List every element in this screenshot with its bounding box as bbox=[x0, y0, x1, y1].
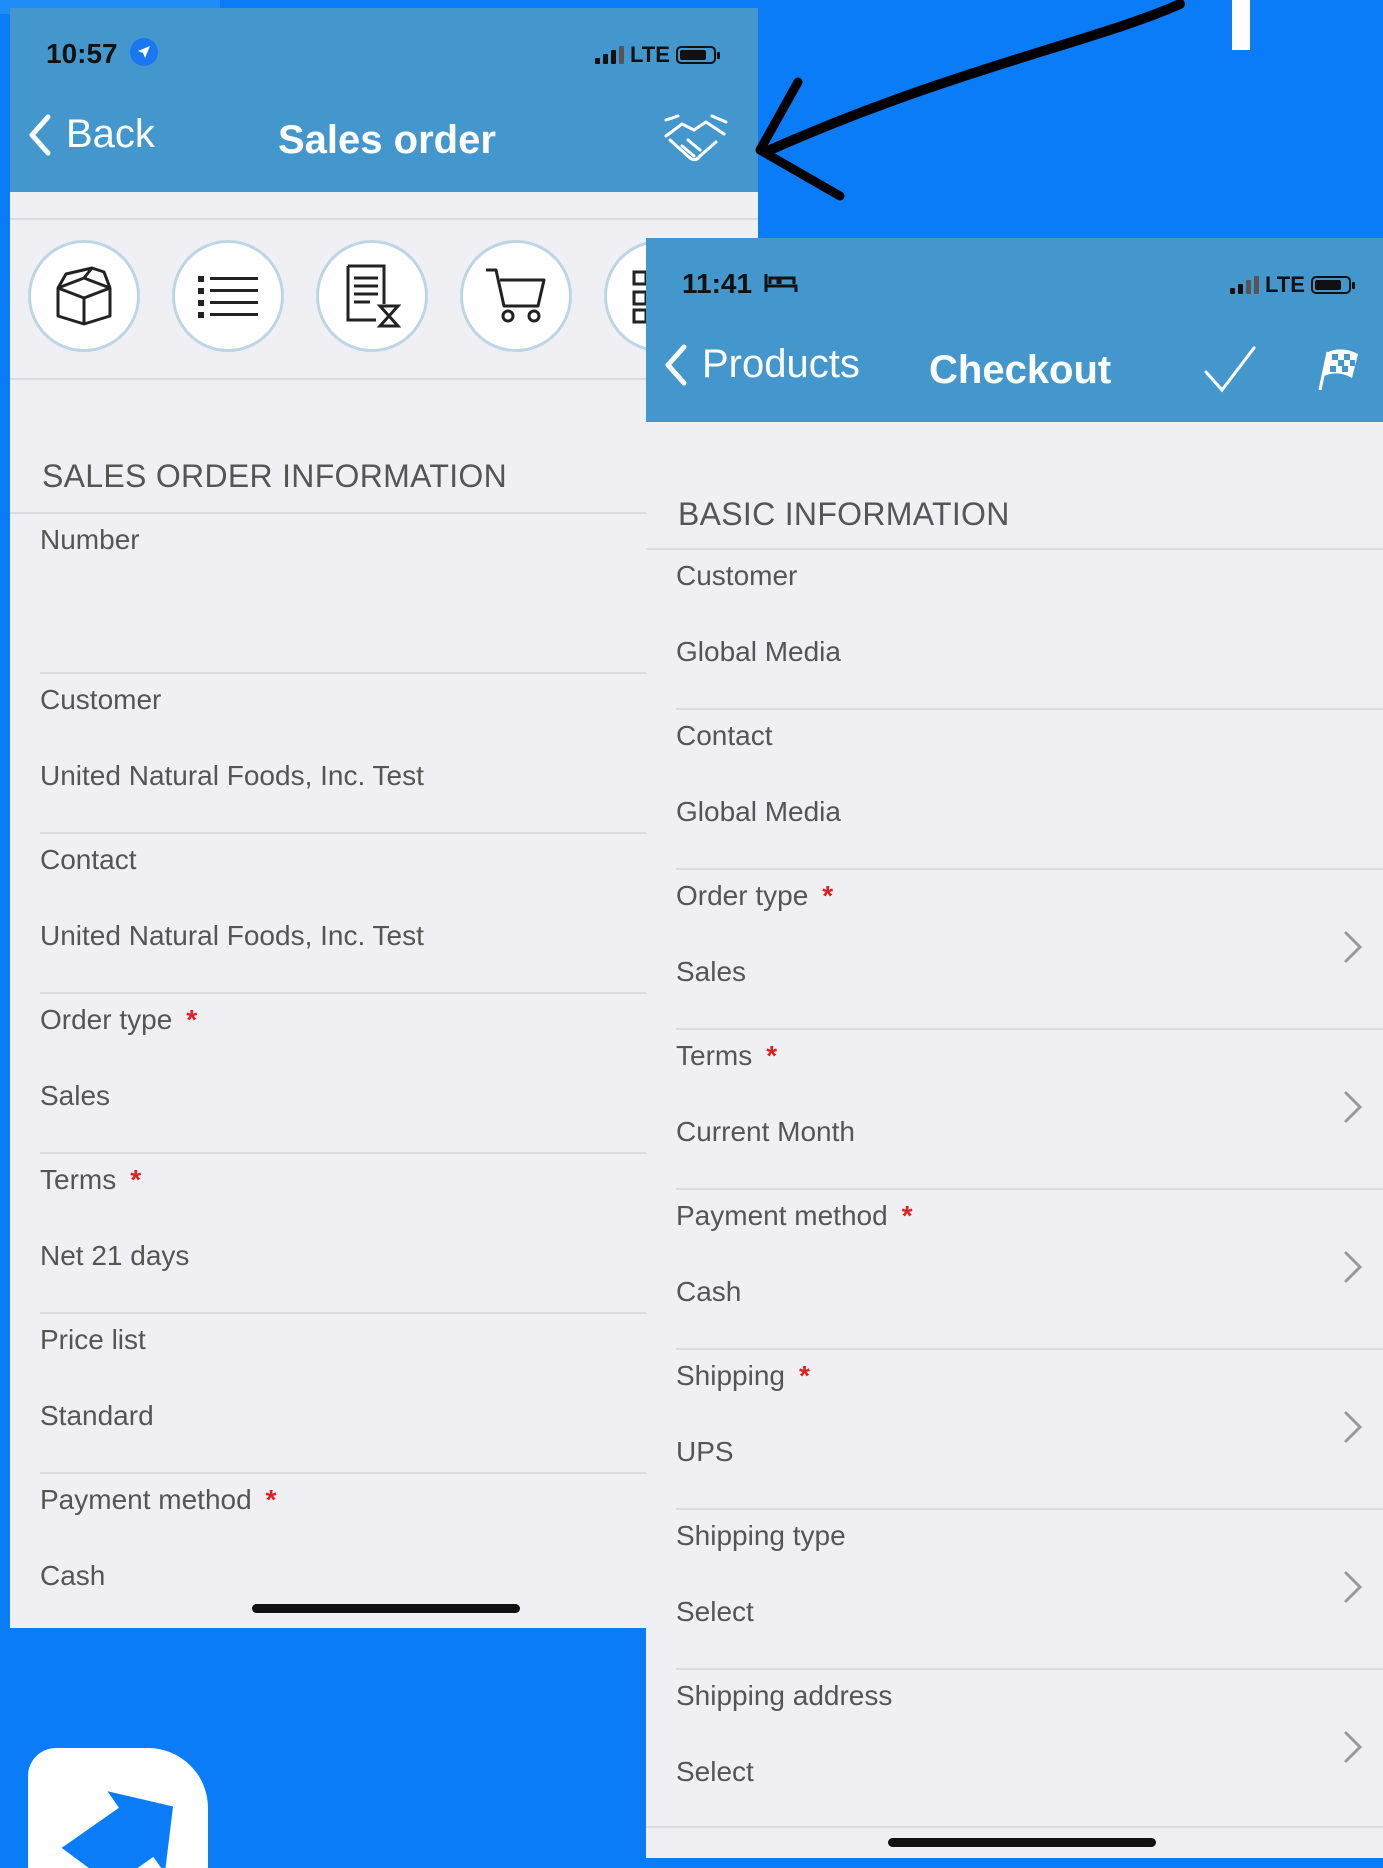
field-value: UPS bbox=[676, 1436, 734, 1467]
required-marker: * bbox=[901, 1200, 913, 1231]
field-value: Net 21 days bbox=[40, 1240, 190, 1271]
document-pending-button[interactable] bbox=[316, 240, 428, 352]
signal-icon bbox=[595, 46, 624, 64]
divider bbox=[676, 1028, 1383, 1030]
field-value: Select bbox=[676, 1596, 754, 1627]
field-value: United Natural Foods, Inc. Test bbox=[40, 920, 424, 951]
chevron-right-icon bbox=[1344, 1251, 1363, 1283]
field-value: Sales bbox=[40, 1080, 111, 1111]
chevron-right-icon bbox=[1344, 931, 1363, 963]
finish-button[interactable] bbox=[1314, 346, 1364, 396]
field-value: Cash bbox=[40, 1560, 106, 1591]
back-button[interactable]: Products bbox=[664, 342, 860, 387]
chevron-right-icon bbox=[1344, 1571, 1363, 1603]
field-value: Global Media bbox=[676, 796, 841, 827]
divider bbox=[676, 1348, 1383, 1350]
location-icon bbox=[130, 38, 158, 66]
required-marker: * bbox=[822, 880, 834, 911]
required-marker: * bbox=[265, 1484, 277, 1515]
divider bbox=[646, 1826, 1383, 1828]
field-label: Shipping * bbox=[676, 1360, 810, 1391]
list-button[interactable] bbox=[172, 240, 284, 352]
field-label: Terms * bbox=[676, 1040, 778, 1071]
status-bar: 10:57 LTE bbox=[10, 8, 758, 88]
field-label: Contact bbox=[676, 720, 773, 751]
field-value: United Natural Foods, Inc. Test bbox=[40, 760, 424, 791]
list-icon bbox=[198, 276, 258, 318]
cart-icon bbox=[486, 268, 546, 323]
field-value: Standard bbox=[40, 1400, 154, 1431]
divider bbox=[676, 1188, 1383, 1190]
nav-bar: Products Checkout bbox=[646, 318, 1383, 422]
chevron-right-icon bbox=[1344, 1411, 1363, 1443]
nav-bar: Back Sales order bbox=[10, 88, 758, 192]
field-label: Shipping address bbox=[676, 1680, 893, 1711]
cart-button[interactable] bbox=[460, 240, 572, 352]
field-label: Payment method * bbox=[676, 1200, 913, 1231]
annotation-arrow bbox=[755, 0, 1185, 201]
home-indicator bbox=[888, 1838, 1156, 1847]
field-value: Global Media bbox=[676, 636, 841, 667]
chevron-right-icon bbox=[1344, 1091, 1363, 1123]
signal-icon bbox=[1230, 276, 1259, 294]
confirm-button[interactable] bbox=[1202, 342, 1258, 398]
field-label: Order type * bbox=[40, 1004, 198, 1035]
required-marker: * bbox=[186, 1004, 198, 1035]
bed-icon bbox=[764, 272, 798, 299]
app-logo bbox=[28, 1748, 208, 1868]
section-title: SALES ORDER INFORMATION bbox=[42, 458, 508, 494]
page-title: Checkout bbox=[929, 348, 1112, 392]
field-value: Select bbox=[676, 1756, 754, 1787]
required-marker: * bbox=[798, 1360, 810, 1391]
box-open-icon bbox=[56, 266, 112, 326]
divider bbox=[676, 708, 1383, 710]
field-label: Contact bbox=[40, 844, 137, 875]
status-bar: 11:41 LTE bbox=[646, 238, 1383, 318]
network-label: LTE bbox=[630, 42, 670, 67]
back-label: Products bbox=[702, 342, 860, 386]
divider bbox=[676, 1668, 1383, 1670]
field-label: Shipping type bbox=[676, 1520, 846, 1551]
page-title: Sales order bbox=[278, 118, 496, 162]
divider bbox=[10, 218, 758, 220]
chevron-left-icon bbox=[665, 344, 687, 385]
field-value: Cash bbox=[676, 1276, 742, 1307]
background-bar bbox=[1232, 0, 1250, 50]
section-title: BASIC INFORMATION bbox=[678, 496, 1010, 532]
field-value: Sales bbox=[676, 956, 747, 987]
chevron-left-icon bbox=[29, 114, 51, 155]
field-label: Terms * bbox=[40, 1164, 142, 1195]
chevron-right-icon bbox=[1344, 1731, 1363, 1763]
checkout-screen: 11:41 LTE Products Checkout BASIC INFORM… bbox=[646, 238, 1383, 1858]
document-hourglass-icon bbox=[346, 264, 402, 328]
status-time: 11:41 bbox=[682, 268, 753, 299]
back-label: Back bbox=[66, 112, 155, 156]
box-open-button[interactable] bbox=[28, 240, 140, 352]
field-label: Number bbox=[40, 524, 140, 555]
network-label: LTE bbox=[1265, 272, 1305, 297]
handshake-icon bbox=[664, 114, 728, 162]
divider bbox=[646, 548, 1383, 550]
battery-icon bbox=[675, 46, 720, 64]
battery-icon bbox=[1310, 276, 1355, 294]
field-label: Customer bbox=[676, 560, 798, 591]
field-value: Current Month bbox=[676, 1116, 855, 1147]
home-indicator bbox=[252, 1604, 520, 1613]
divider bbox=[676, 1508, 1383, 1510]
required-marker: * bbox=[766, 1040, 778, 1071]
status-time: 10:57 bbox=[46, 38, 118, 69]
divider bbox=[676, 868, 1383, 870]
checkmark-icon bbox=[1204, 346, 1256, 393]
field-label: Customer bbox=[40, 684, 162, 715]
field-label: Price list bbox=[40, 1324, 146, 1355]
back-button[interactable]: Back bbox=[28, 112, 155, 157]
field-label: Order type * bbox=[676, 880, 834, 911]
field-label: Payment method * bbox=[40, 1484, 277, 1515]
handshake-button[interactable] bbox=[660, 106, 730, 170]
required-marker: * bbox=[130, 1164, 142, 1195]
checkered-flag-icon bbox=[1318, 349, 1358, 391]
